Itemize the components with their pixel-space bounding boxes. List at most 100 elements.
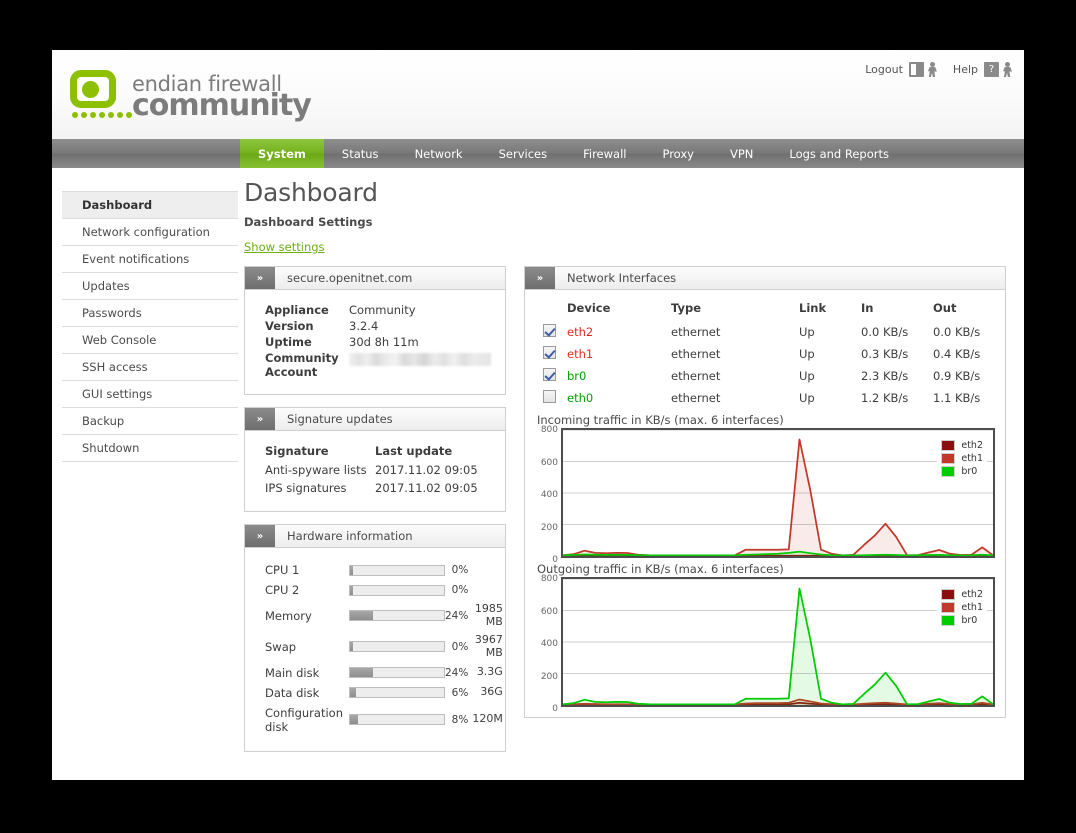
table-row: CPU 1 0% xyxy=(265,560,503,580)
nif-header-cell: In xyxy=(861,301,874,315)
chevron-right-icon[interactable]: » xyxy=(525,267,555,289)
legend-item[interactable]: eth2 xyxy=(941,440,983,451)
nav-item-network[interactable]: Network xyxy=(397,139,481,168)
legend-label: br0 xyxy=(961,615,978,626)
legend-item[interactable]: eth2 xyxy=(941,589,983,600)
table-row: CPU 2 0% xyxy=(265,580,503,600)
legend-swatch-eth1 xyxy=(941,453,956,464)
left-column: » secure.openitnet.com Appliance Communi… xyxy=(244,266,506,764)
logo-line-2: community xyxy=(132,88,312,123)
nif-in: 0.3 KB/s xyxy=(861,347,909,361)
nav-item-vpn[interactable]: VPN xyxy=(712,139,771,168)
interface-checkbox-eth1[interactable] xyxy=(543,346,556,359)
interface-checkbox-eth0[interactable] xyxy=(543,390,556,403)
table-row: Swap 0% 3967 MB xyxy=(265,631,503,662)
nav-item-logs-and-reports[interactable]: Logs and Reports xyxy=(771,139,907,168)
sidebar-item-gui-settings[interactable]: GUI settings xyxy=(62,381,238,408)
nif-header-cell: Out xyxy=(933,301,957,315)
chevron-right-icon[interactable]: » xyxy=(245,408,275,430)
y-axis-tick: 0 xyxy=(552,555,558,565)
system-info-key: Version xyxy=(265,319,314,333)
system-info-panel-header: » secure.openitnet.com xyxy=(245,267,505,290)
nif-checkbox-cell xyxy=(535,387,567,409)
chart-legend: eth2 eth1 br0 xyxy=(937,436,987,481)
nif-header-cell xyxy=(535,298,567,321)
show-settings-link[interactable]: Show settings xyxy=(244,240,325,254)
table-row: IPS signatures 2017.11.02 09:05 xyxy=(265,479,491,497)
hardware-meter xyxy=(349,600,445,631)
interface-checkbox-br0[interactable] xyxy=(543,368,556,381)
nif-out: 1.1 KB/s xyxy=(933,391,981,405)
content-area: Dashboard Network configuration Event noti… xyxy=(52,168,1024,780)
hardware-meter xyxy=(349,683,445,703)
nav-item-firewall[interactable]: Firewall xyxy=(565,139,644,168)
right-column: » Network Interfaces Device Type Link In Out… xyxy=(524,266,1006,730)
help-link[interactable]: Help xyxy=(953,63,978,76)
sidebar-item-web-console[interactable]: Web Console xyxy=(62,327,238,354)
sidebar-item-shutdown[interactable]: Shutdown xyxy=(62,435,238,462)
system-info-key: Uptime xyxy=(265,335,312,349)
hardware-label: Memory xyxy=(265,608,312,623)
chart-1: Outgoing traffic in KB/s (max. 6 interfa… xyxy=(535,562,995,714)
sidebar-item-backup[interactable]: Backup xyxy=(62,408,238,435)
legend-item[interactable]: br0 xyxy=(941,466,983,477)
chevron-right-icon[interactable]: » xyxy=(245,267,275,289)
logout-icon[interactable] xyxy=(908,62,924,77)
nif-device: br0 xyxy=(567,369,587,383)
table-row: Anti-spyware lists 2017.11.02 09:05 xyxy=(265,461,491,479)
sidebar-item-ssh-access[interactable]: SSH access xyxy=(62,354,238,381)
legend-item[interactable]: br0 xyxy=(941,615,983,626)
sidebar-item-passwords[interactable]: Passwords xyxy=(62,300,238,327)
nav-item-services[interactable]: Services xyxy=(481,139,566,168)
hardware-size xyxy=(472,560,503,580)
progress-bar xyxy=(349,564,445,576)
main-navigation: System Status Network Services Firewall Proxy… xyxy=(52,139,1024,168)
progress-bar xyxy=(349,714,445,726)
help-question-icon[interactable]: ? xyxy=(984,62,999,77)
nav-item-status[interactable]: Status xyxy=(324,139,397,168)
hardware-meter xyxy=(349,631,445,662)
system-info-row: Appliance Community xyxy=(265,302,491,318)
nif-link: Up xyxy=(799,369,815,383)
system-info-row: Version 3.2.4 xyxy=(265,318,491,334)
hardware-meter xyxy=(349,703,445,737)
y-axis-tick: 800 xyxy=(540,574,558,584)
interface-checkbox-eth2[interactable] xyxy=(543,324,556,337)
sidebar-item-dashboard[interactable]: Dashboard xyxy=(62,192,238,219)
sidebar-item-event-notifications[interactable]: Event notifications xyxy=(62,246,238,273)
sidebar-item-updates[interactable]: Updates xyxy=(62,273,238,300)
nif-type: ethernet xyxy=(671,347,721,361)
logout-link[interactable]: Logout xyxy=(865,63,903,76)
chevron-right-icon[interactable]: » xyxy=(245,525,275,547)
progress-bar xyxy=(349,667,445,679)
signature-updates-panel-title: Signature updates xyxy=(287,412,393,426)
nif-type: ethernet xyxy=(671,391,721,405)
chart-0: Incoming traffic in KB/s (max. 6 interfa… xyxy=(535,413,995,565)
plot-area: eth2 eth1 br0 xyxy=(561,577,995,707)
hardware-percent: 6% xyxy=(451,686,469,699)
signature-updates-panel-header: » Signature updates xyxy=(245,408,505,431)
page-title: Dashboard xyxy=(244,178,378,207)
blurred-value xyxy=(349,353,491,366)
logo[interactable]: endian firewall community xyxy=(70,70,312,123)
nif-link: Up xyxy=(799,391,815,405)
nif-device: eth0 xyxy=(567,391,594,405)
y-axis-tick: 600 xyxy=(540,606,558,617)
legend-swatch-br0 xyxy=(941,466,956,477)
legend-label: eth1 xyxy=(961,602,983,613)
legend-item[interactable]: eth1 xyxy=(941,453,983,464)
sidebar-item-network-configuration[interactable]: Network configuration xyxy=(62,219,238,246)
table-row: Configuration disk 8% 120M xyxy=(265,703,503,737)
nif-device: eth2 xyxy=(567,325,594,339)
hardware-label: CPU 2 xyxy=(265,583,300,597)
legend-item[interactable]: eth1 xyxy=(941,602,983,613)
signature-table: Signature Last update Anti-spyware lists … xyxy=(265,443,491,497)
table-row: Main disk 24% 3.3G xyxy=(265,663,503,683)
progress-bar xyxy=(349,641,445,653)
nav-item-system[interactable]: System xyxy=(240,139,324,168)
system-info-row: Community Account xyxy=(265,350,491,380)
hardware-size: 120M xyxy=(472,712,503,726)
hardware-size: 36G xyxy=(480,685,503,699)
hardware-percent: 0% xyxy=(451,640,469,653)
nav-item-proxy[interactable]: Proxy xyxy=(644,139,712,168)
